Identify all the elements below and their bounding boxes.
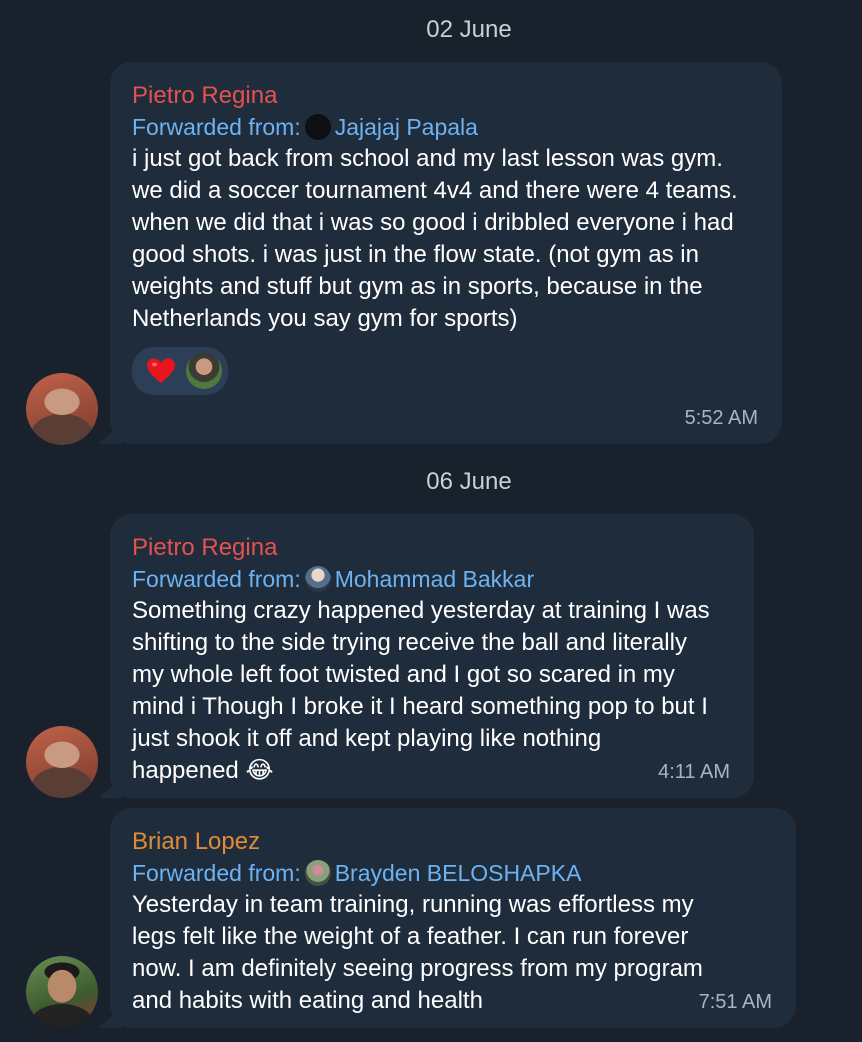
sender-name[interactable]: Brian Lopez bbox=[132, 826, 774, 857]
avatar[interactable] bbox=[26, 726, 98, 798]
forwarded-label: Forwarded from: bbox=[132, 860, 301, 886]
forwarded-from[interactable]: Forwarded from: Jajajaj Papala bbox=[132, 111, 760, 143]
message-bubble[interactable]: Pietro Regina Forwarded from: Mohammad B… bbox=[110, 514, 754, 798]
message-time: 5:52 AM bbox=[684, 407, 758, 429]
forwarded-avatar bbox=[304, 114, 331, 140]
forwarded-name[interactable]: Jajajaj Papala bbox=[335, 111, 478, 143]
sender-name[interactable]: Pietro Regina bbox=[132, 80, 760, 111]
message-bubble[interactable]: Pietro Regina Forwarded from: Jajajaj Pa… bbox=[110, 62, 782, 444]
message-time: 7:51 AM bbox=[698, 991, 772, 1013]
message-text: Yesterday in team training, running was … bbox=[132, 891, 710, 1014]
chat-view: 02 June Pietro Regina Forwarded from: Ja… bbox=[0, 0, 862, 1042]
message-text: i just got back from school and my last … bbox=[132, 145, 745, 332]
heart-icon bbox=[147, 358, 175, 384]
message-time: 4:11 AM bbox=[658, 761, 730, 783]
forwarded-label: Forwarded from: bbox=[132, 566, 301, 592]
message-text: Something crazy happened yesterday at tr… bbox=[132, 597, 717, 784]
avatar[interactable] bbox=[26, 373, 98, 445]
reaction-chip[interactable] bbox=[132, 347, 228, 395]
sender-name[interactable]: Pietro Regina bbox=[132, 532, 732, 563]
message-bubble[interactable]: Brian Lopez Forwarded from: Brayden BELO… bbox=[110, 808, 796, 1028]
forwarded-from[interactable]: Forwarded from: Mohammad Bakkar bbox=[132, 563, 732, 595]
forwarded-avatar bbox=[304, 566, 331, 592]
avatar[interactable] bbox=[26, 956, 98, 1028]
forwarded-avatar bbox=[304, 860, 331, 886]
forwarded-label: Forwarded from: bbox=[132, 114, 301, 140]
forwarded-name[interactable]: Brayden BELOSHAPKA bbox=[335, 857, 582, 889]
date-separator: 06 June bbox=[426, 468, 512, 495]
forwarded-name[interactable]: Mohammad Bakkar bbox=[335, 563, 534, 595]
forwarded-from[interactable]: Forwarded from: Brayden BELOSHAPKA bbox=[132, 857, 774, 889]
reaction-user-avatar bbox=[186, 353, 222, 389]
date-separator: 02 June bbox=[426, 16, 512, 43]
